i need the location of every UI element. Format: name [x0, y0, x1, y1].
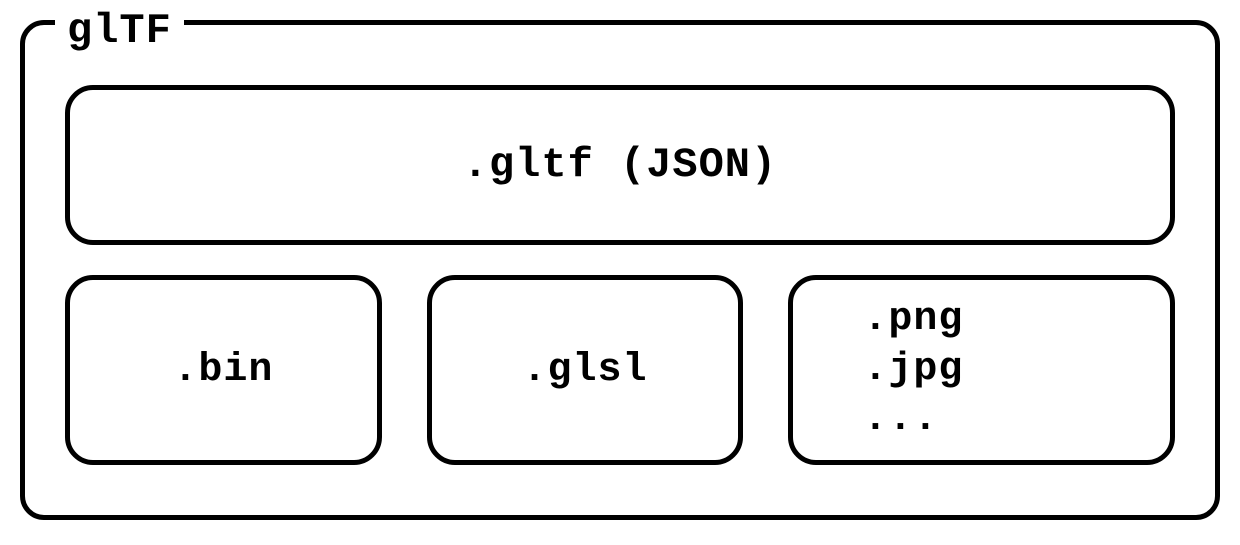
- images-file-box: .png .jpg ...: [788, 275, 1175, 465]
- gltf-container: glTF .gltf (JSON) .bin .glsl .png .jpg .…: [20, 20, 1220, 520]
- glsl-file-label: .glsl: [522, 348, 647, 393]
- json-file-label: .gltf (JSON): [463, 141, 777, 189]
- glsl-file-box: .glsl: [427, 275, 744, 465]
- inner-content: .gltf (JSON) .bin .glsl .png .jpg ...: [25, 25, 1215, 515]
- bin-file-box: .bin: [65, 275, 382, 465]
- bin-file-label: .bin: [173, 348, 273, 393]
- json-file-box: .gltf (JSON): [65, 85, 1175, 245]
- ellipsis-label: ...: [863, 395, 938, 445]
- jpg-file-label: .jpg: [863, 345, 963, 395]
- png-file-label: .png: [863, 295, 963, 345]
- container-title: glTF: [55, 7, 184, 55]
- bottom-row: .bin .glsl .png .jpg ...: [65, 275, 1175, 465]
